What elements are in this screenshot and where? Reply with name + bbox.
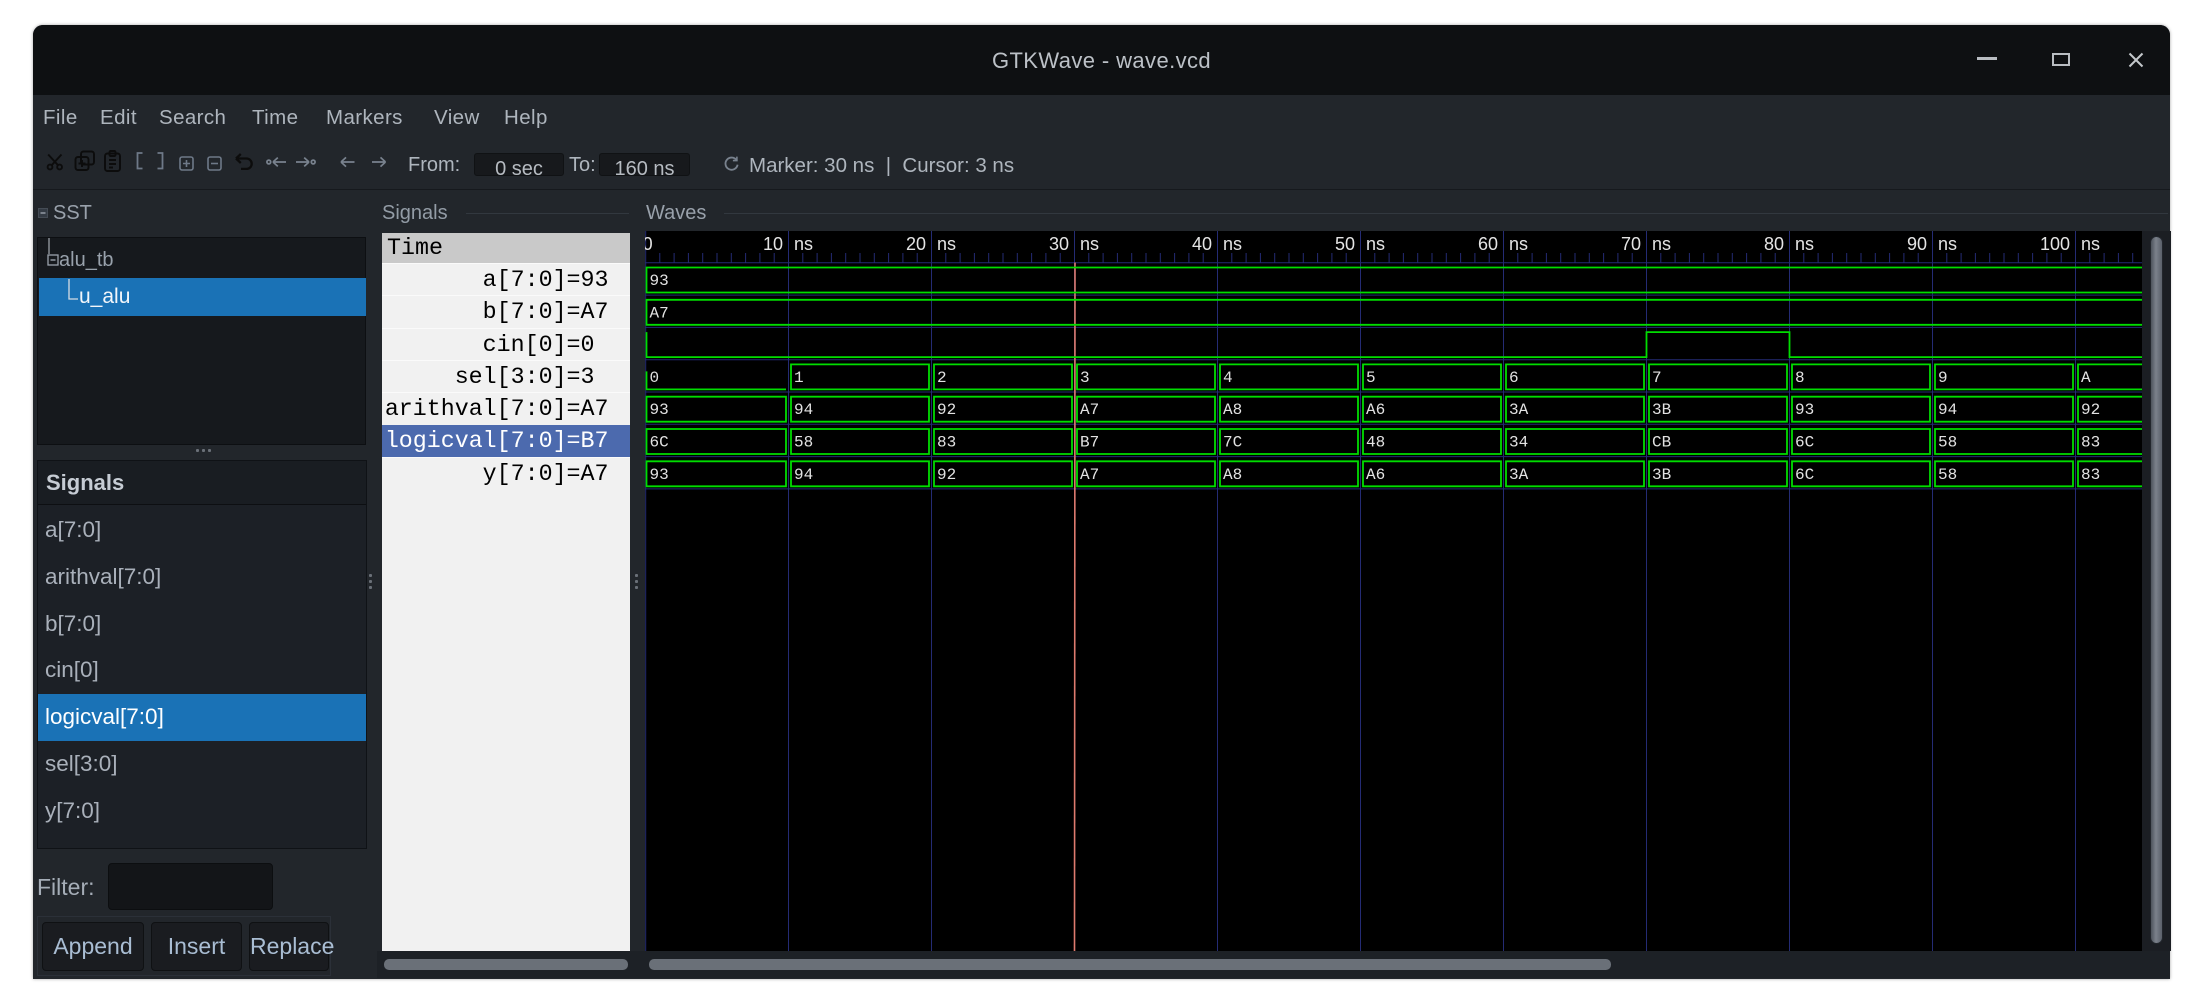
svg-text:ns: ns (794, 234, 813, 254)
svg-text:ns: ns (1509, 234, 1528, 254)
svg-text:A7: A7 (1080, 466, 1099, 484)
svg-text:7: 7 (1652, 369, 1662, 387)
svg-text:2: 2 (937, 369, 947, 387)
svg-text:90: 90 (1907, 234, 1927, 254)
svg-text:3B: 3B (1652, 401, 1671, 419)
svg-text:94: 94 (794, 466, 813, 484)
svg-text:6C: 6C (1795, 434, 1814, 452)
svg-text:92: 92 (937, 401, 956, 419)
svg-text:6C: 6C (650, 434, 669, 452)
svg-text:A: A (2081, 369, 2091, 387)
svg-text:94: 94 (794, 401, 813, 419)
svg-text:ns: ns (1366, 234, 1385, 254)
svg-text:ns: ns (2081, 234, 2100, 254)
svg-text:58: 58 (794, 434, 813, 452)
svg-text:0: 0 (650, 369, 660, 387)
svg-text:3B: 3B (1652, 466, 1671, 484)
svg-text:ns: ns (1080, 234, 1099, 254)
svg-text:7C: 7C (1223, 434, 1242, 452)
svg-text:A7: A7 (1080, 401, 1099, 419)
svg-text:A7: A7 (650, 304, 669, 322)
svg-text:4: 4 (1223, 369, 1233, 387)
svg-text:10: 10 (763, 234, 783, 254)
svg-text:ns: ns (1795, 234, 1814, 254)
svg-text:94: 94 (1938, 401, 1957, 419)
svg-text:B7: B7 (1080, 434, 1099, 452)
svg-text:6: 6 (1509, 369, 1519, 387)
svg-text:A8: A8 (1223, 401, 1242, 419)
svg-text:60: 60 (1478, 234, 1498, 254)
svg-text:58: 58 (1938, 434, 1957, 452)
svg-text:A6: A6 (1366, 401, 1385, 419)
svg-text:58: 58 (1938, 466, 1957, 484)
svg-text:93: 93 (650, 272, 669, 290)
svg-text:CB: CB (1652, 434, 1671, 452)
svg-text:92: 92 (2081, 401, 2100, 419)
svg-text:70: 70 (1621, 234, 1641, 254)
svg-text:80: 80 (1764, 234, 1784, 254)
svg-text:1: 1 (794, 369, 804, 387)
svg-text:20: 20 (906, 234, 926, 254)
svg-text:ns: ns (937, 234, 956, 254)
svg-text:83: 83 (937, 434, 956, 452)
svg-text:92: 92 (937, 466, 956, 484)
svg-text:83: 83 (2081, 466, 2100, 484)
svg-text:ns: ns (1223, 234, 1242, 254)
svg-text:5: 5 (1366, 369, 1376, 387)
svg-text:30: 30 (1049, 234, 1069, 254)
svg-text:93: 93 (650, 466, 669, 484)
svg-text:8: 8 (1795, 369, 1805, 387)
svg-text:3A: 3A (1509, 466, 1529, 484)
svg-text:A8: A8 (1223, 466, 1242, 484)
svg-text:83: 83 (2081, 434, 2100, 452)
svg-text:ns: ns (1652, 234, 1671, 254)
svg-text:A6: A6 (1366, 466, 1385, 484)
svg-text:93: 93 (650, 401, 669, 419)
svg-text:34: 34 (1509, 434, 1528, 452)
svg-text:93: 93 (1795, 401, 1814, 419)
svg-text:ns: ns (1938, 234, 1957, 254)
svg-text:9: 9 (1938, 369, 1948, 387)
svg-text:100: 100 (2040, 234, 2070, 254)
svg-text:6C: 6C (1795, 466, 1814, 484)
svg-text:3: 3 (1080, 369, 1090, 387)
svg-text:50: 50 (1335, 234, 1355, 254)
svg-text:3A: 3A (1509, 401, 1529, 419)
svg-text:40: 40 (1192, 234, 1212, 254)
svg-text:0: 0 (645, 234, 653, 254)
svg-text:48: 48 (1366, 434, 1385, 452)
